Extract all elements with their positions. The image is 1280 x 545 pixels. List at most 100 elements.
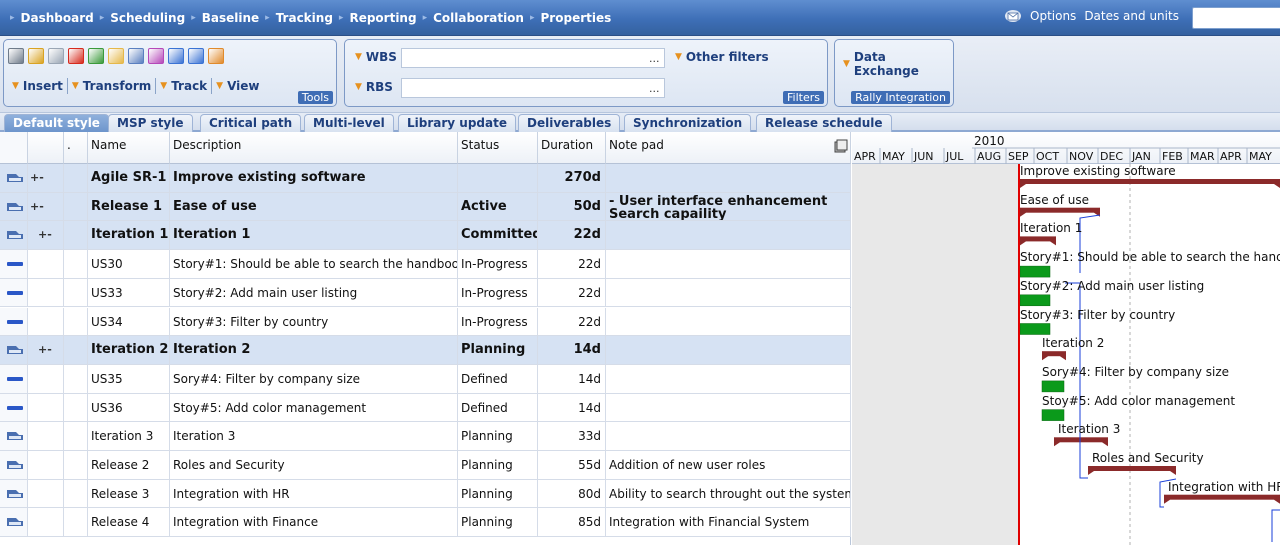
nav-dashboard[interactable]: ▸ Dashboard: [4, 11, 94, 25]
name-cell[interactable]: US35: [88, 364, 170, 394]
expand-collapse-icon[interactable]: +-: [38, 228, 52, 241]
status-cell[interactable]: Active: [458, 192, 538, 222]
data-exchange-button[interactable]: ▼ Data Exchange: [843, 50, 953, 78]
wbs-filter-button[interactable]: ▼ WBS: [355, 50, 397, 64]
tab-synchronization[interactable]: Synchronization: [624, 114, 752, 132]
duration-cell[interactable]: 22d: [538, 250, 606, 279]
link-icon[interactable]: [128, 48, 144, 64]
note-cell[interactable]: Integration with Financial System: [606, 508, 851, 538]
header-name[interactable]: Name: [88, 132, 170, 164]
name-cell[interactable]: Release 4: [88, 508, 170, 538]
duration-cell[interactable]: 22d: [538, 221, 606, 251]
name-cell[interactable]: US36: [88, 393, 170, 423]
tab-critical-path[interactable]: Critical path: [200, 114, 302, 132]
header-description[interactable]: Description: [170, 132, 458, 164]
description-cell[interactable]: Iteration 2: [170, 336, 458, 365]
edit-icon[interactable]: [148, 48, 164, 64]
description-cell[interactable]: Stoy#5: Add color management: [170, 393, 458, 423]
name-cell[interactable]: Iteration 3: [88, 422, 170, 451]
status-cell[interactable]: Planning: [458, 422, 538, 451]
duration-cell[interactable]: 14d: [538, 393, 606, 423]
note-cell[interactable]: Ability to search throught out the syste…: [606, 479, 851, 509]
tab-release-schedule[interactable]: Release schedule: [756, 114, 892, 132]
status-cell[interactable]: Defined: [458, 393, 538, 423]
name-cell[interactable]: Release 1: [88, 192, 170, 222]
description-cell[interactable]: Story#1: Should be able to search the ha…: [170, 250, 458, 279]
description-cell[interactable]: Sory#4: Filter by company size: [170, 364, 458, 394]
table-row[interactable]: +- Release 1 Ease of use Active 50d - User in…: [0, 192, 851, 222]
status-cell[interactable]: Defined: [458, 364, 538, 394]
rbs-input[interactable]: [401, 78, 665, 98]
table-row[interactable]: US36 Stoy#5: Add color management Defined 1…: [0, 393, 851, 423]
delete-icon[interactable]: [68, 48, 84, 64]
table-row[interactable]: US34 Story#3: Filter by country In-Progres…: [0, 307, 851, 337]
table-row[interactable]: Iteration 3 Iteration 3 Planning 33d: [0, 422, 851, 451]
nav-reporting[interactable]: ▸ Reporting: [333, 11, 417, 25]
note-cell[interactable]: [606, 422, 851, 451]
menu-insert[interactable]: ▼ Insert: [8, 79, 67, 93]
name-cell[interactable]: Release 2: [88, 451, 170, 480]
menu-track[interactable]: ▼ Track: [156, 79, 211, 93]
rbs-filter-button[interactable]: ▼ RBS: [355, 80, 393, 94]
duration-cell[interactable]: 55d: [538, 451, 606, 480]
name-cell[interactable]: US34: [88, 307, 170, 337]
status-cell[interactable]: Planning: [458, 508, 538, 538]
nav-baseline[interactable]: ▸ Baseline: [185, 11, 259, 25]
arrow-left-icon[interactable]: [168, 48, 184, 64]
table-row[interactable]: +- Iteration 1 Iteration 1 Committed 22d: [0, 221, 851, 251]
nav-properties[interactable]: ▸ Properties: [524, 11, 611, 25]
note-cell[interactable]: [606, 393, 851, 423]
status-cell[interactable]: In-Progress: [458, 278, 538, 308]
status-cell[interactable]: [458, 164, 538, 193]
duration-cell[interactable]: 80d: [538, 479, 606, 509]
status-cell[interactable]: Planning: [458, 336, 538, 365]
name-cell[interactable]: Release 3: [88, 479, 170, 509]
header-note-pad[interactable]: Note pad: [606, 132, 851, 164]
header-duration[interactable]: Duration: [538, 132, 606, 164]
rbs-browse-button[interactable]: ...: [649, 82, 660, 95]
hand-icon[interactable]: [208, 48, 224, 64]
duration-cell[interactable]: 50d: [538, 192, 606, 222]
new-icon[interactable]: [48, 48, 64, 64]
expand-collapse-icon[interactable]: +-: [30, 200, 44, 213]
description-cell[interactable]: Story#2: Add main user listing: [170, 278, 458, 308]
description-cell[interactable]: Integration with HR: [170, 479, 458, 509]
table-row[interactable]: US33 Story#2: Add main user listing In-Pro…: [0, 278, 851, 308]
table-row[interactable]: +- Iteration 2 Iteration 2 Planning 14d: [0, 336, 851, 365]
menu-view[interactable]: ▼ View: [212, 79, 263, 93]
tab-deliverables[interactable]: Deliverables: [518, 114, 621, 132]
duration-cell[interactable]: 22d: [538, 278, 606, 308]
note-cell[interactable]: [606, 307, 851, 337]
status-cell[interactable]: Planning: [458, 479, 538, 509]
table-row[interactable]: US30 Story#1: Should be able to search th…: [0, 250, 851, 279]
wbs-input[interactable]: [401, 48, 665, 68]
duration-cell[interactable]: 14d: [538, 336, 606, 365]
menu-transform[interactable]: ▼ Transform: [68, 79, 155, 93]
table-row[interactable]: +- Agile SR-1 Improve existing software 270…: [0, 164, 851, 193]
header-status[interactable]: Status: [458, 132, 538, 164]
options-link[interactable]: Options: [1030, 9, 1076, 23]
name-cell[interactable]: Iteration 2: [88, 336, 170, 365]
duration-cell[interactable]: 270d: [538, 164, 606, 193]
tab-default-style[interactable]: Default style: [4, 114, 109, 132]
description-cell[interactable]: Integration with Finance: [170, 508, 458, 538]
description-cell[interactable]: Roles and Security: [170, 451, 458, 480]
header-dot[interactable]: .: [64, 132, 88, 164]
status-cell[interactable]: Committed: [458, 221, 538, 251]
note-pad-icon[interactable]: [834, 139, 848, 153]
duration-cell[interactable]: 85d: [538, 508, 606, 538]
tab-library-update[interactable]: Library update: [398, 114, 516, 132]
note-cell[interactable]: [606, 250, 851, 279]
table-row[interactable]: Release 4 Integration with Finance Plannin…: [0, 508, 851, 538]
arrow-right-icon[interactable]: [188, 48, 204, 64]
folder-icon[interactable]: [108, 48, 124, 64]
table-row[interactable]: US35 Sory#4: Filter by company size Define…: [0, 364, 851, 394]
tab-multi-level[interactable]: Multi-level: [304, 114, 394, 132]
description-cell[interactable]: Iteration 3: [170, 422, 458, 451]
description-cell[interactable]: Improve existing software: [170, 164, 458, 193]
nav-tracking[interactable]: ▸ Tracking: [259, 11, 333, 25]
name-cell[interactable]: Iteration 1: [88, 221, 170, 251]
name-cell[interactable]: US33: [88, 278, 170, 308]
table-row[interactable]: Release 3 Integration with HR Planning 80d A…: [0, 479, 851, 509]
expand-collapse-icon[interactable]: +-: [38, 343, 52, 356]
